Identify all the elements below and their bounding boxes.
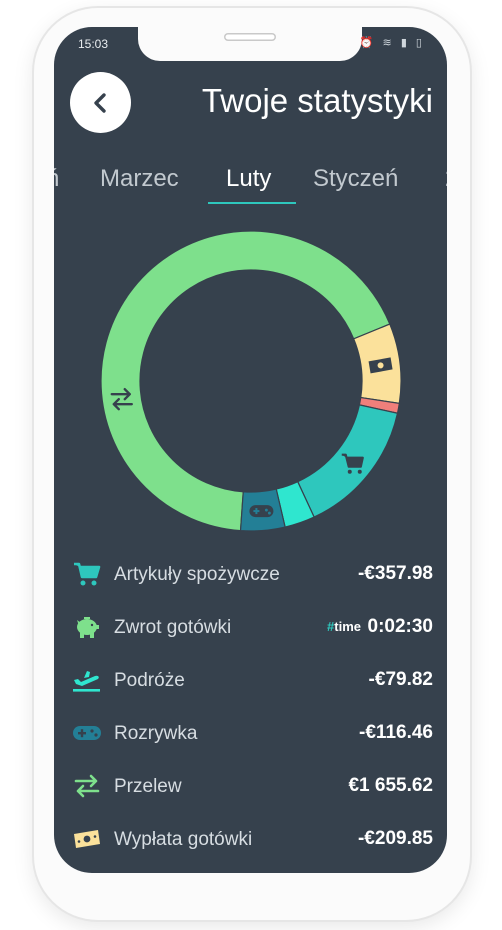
category-amount: -€79.82: [368, 669, 433, 690]
category-label: Artykuły spożywcze: [114, 564, 280, 585]
category-row-travel[interactable]: Podróże -€79.82: [54, 660, 447, 700]
gamepad-icon: [72, 719, 102, 747]
time-badge: #time: [327, 619, 361, 634]
active-tab-indicator: [208, 202, 296, 204]
tab-next[interactable]: 2: [445, 165, 447, 193]
category-amount: 0:02:30: [367, 616, 434, 637]
status-icons: ⏰ ≋ ▮ ▯: [359, 37, 425, 49]
category-amount: -€209.85: [357, 828, 433, 849]
airplane-icon: [72, 666, 102, 694]
tab-previous[interactable]: ń: [54, 165, 59, 193]
tab-styczen[interactable]: Styczeń: [313, 165, 398, 193]
gamepad-icon: [249, 505, 274, 518]
category-label: Przelew: [114, 776, 182, 797]
category-label: Rozrywka: [114, 723, 198, 744]
notch: [138, 27, 362, 61]
speaker: [224, 33, 276, 41]
category-label: Podróże: [114, 670, 185, 691]
category-amount: €1 655.62: [348, 775, 433, 796]
donut-chart: [100, 230, 402, 532]
transfer-icon: [72, 772, 102, 800]
page-title: Twoje statystyki: [201, 82, 433, 119]
back-button[interactable]: [70, 72, 131, 133]
piggy-bank-icon: [72, 613, 102, 641]
tab-marzec[interactable]: Marzec: [100, 165, 179, 193]
app-screen: 15:03 ⏰ ≋ ▮ ▯ Twoje statystyki ń Marzec …: [54, 27, 447, 873]
tab-luty[interactable]: Luty: [226, 165, 271, 193]
category-row-cash-withdrawal[interactable]: Wypłata gotówki -€209.85: [54, 819, 447, 859]
chevron-left-icon: [93, 92, 106, 113]
category-row-groceries[interactable]: Artykuły spożywcze -€357.98: [54, 554, 447, 594]
category-amount: -€357.98: [357, 563, 433, 584]
category-row-transfer[interactable]: Przelew €1 655.62: [54, 766, 447, 806]
category-label: Wypłata gotówki: [114, 829, 253, 850]
category-row-entertainment[interactable]: Rozrywka -€116.46: [54, 713, 447, 753]
category-row-cashback[interactable]: Zwrot gotówki #time 0:02:30: [54, 607, 447, 647]
category-amount: -€116.46: [359, 722, 433, 743]
badge-word: time: [334, 619, 361, 634]
status-time: 15:03: [78, 37, 109, 51]
category-label: Zwrot gotówki: [114, 617, 232, 638]
cash-icon: [72, 825, 102, 853]
cart-icon: [72, 560, 102, 588]
